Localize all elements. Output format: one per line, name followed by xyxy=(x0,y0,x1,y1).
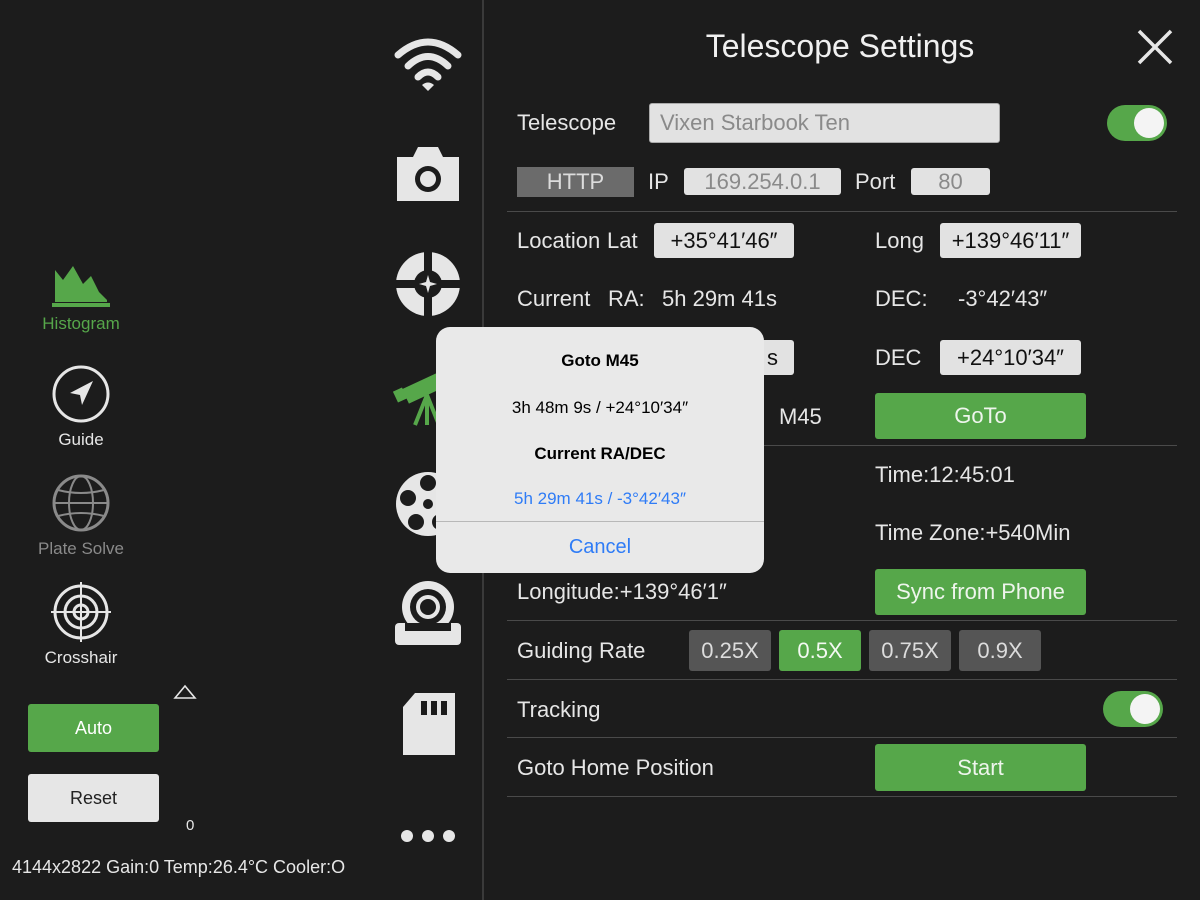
guiding-rate-label: Guiding Rate xyxy=(517,638,646,663)
globe-icon xyxy=(52,474,110,532)
time-text: Time:12:45:01 xyxy=(875,462,1015,487)
guide-tool[interactable]: Guide xyxy=(21,364,141,450)
wifi-icon[interactable] xyxy=(392,28,464,100)
divider xyxy=(507,796,1177,797)
ip-label: IP xyxy=(648,169,669,194)
crosshair-icon xyxy=(51,582,111,642)
target-name: M45 xyxy=(779,404,822,429)
page-title: Telescope Settings xyxy=(705,28,975,64)
lat-label: Lat xyxy=(607,228,638,253)
alert-title: Goto M45 xyxy=(561,351,639,370)
target-dec-input[interactable]: +24°10′34″ xyxy=(940,340,1081,375)
current-dec-label: DEC: xyxy=(875,286,928,311)
telescope-connect-toggle[interactable] xyxy=(1107,105,1167,141)
goto-alert-dialog: Goto M45 3h 48m 9s / +24°10′34″ Current … xyxy=(436,327,764,573)
goto-home-label: Goto Home Position xyxy=(517,755,714,780)
close-icon[interactable] xyxy=(1134,26,1176,68)
guide-label: Guide xyxy=(58,430,104,449)
port-input[interactable]: 80 xyxy=(911,168,990,195)
guiding-rate-025x[interactable]: 0.25X xyxy=(689,630,771,671)
telescope-label: Telescope xyxy=(517,110,617,135)
guide-icon xyxy=(52,365,110,423)
divider xyxy=(507,620,1177,621)
location-label: Location xyxy=(517,228,601,253)
histogram-tool[interactable]: Histogram xyxy=(21,262,141,334)
current-ra-value: 5h 29m 41s xyxy=(662,286,777,311)
long-label: Long xyxy=(875,228,924,253)
alert-current-coords: 5h 29m 41s / -3°42′43″ xyxy=(514,489,686,508)
plate-solve-label: Plate Solve xyxy=(38,539,124,558)
focuser-icon[interactable] xyxy=(392,578,464,650)
reset-button[interactable]: Reset xyxy=(28,774,159,822)
crosshair-tool[interactable]: Crosshair xyxy=(21,582,141,668)
target-dec-label: DEC xyxy=(875,345,922,370)
divider xyxy=(507,737,1177,738)
start-home-button[interactable]: Start xyxy=(875,744,1086,791)
histogram-icon xyxy=(52,266,110,307)
histogram-label: Histogram xyxy=(42,314,120,333)
goto-button[interactable]: GoTo xyxy=(875,393,1086,439)
guiding-rate-09x[interactable]: 0.9X xyxy=(959,630,1041,671)
protocol-button[interactable]: HTTP xyxy=(517,167,634,197)
divider xyxy=(507,211,1177,212)
sync-from-phone-button[interactable]: Sync from Phone xyxy=(875,569,1086,615)
current-dec-value: -3°42′43″ xyxy=(958,286,1048,311)
longitude-input[interactable]: +139°46′11″ xyxy=(940,223,1081,258)
alert-target-coords: 3h 48m 9s / +24°10′34″ xyxy=(511,398,689,417)
triangle-up-icon[interactable] xyxy=(173,683,197,701)
tracking-label: Tracking xyxy=(517,697,601,722)
guiding-rate-05x[interactable]: 0.5X xyxy=(779,630,861,671)
ip-input[interactable]: 169.254.0.1 xyxy=(684,168,841,195)
plate-solve-tool[interactable]: Plate Solve xyxy=(21,473,141,559)
tracking-toggle[interactable] xyxy=(1103,691,1163,727)
camera-icon[interactable] xyxy=(392,138,464,210)
guiding-rate-075x[interactable]: 0.75X xyxy=(869,630,951,671)
histogram-min-value: 0 xyxy=(186,817,195,834)
latitude-input[interactable]: +35°41′46″ xyxy=(654,223,794,258)
alert-current-title: Current RA/DEC xyxy=(534,444,666,463)
sd-card-icon[interactable] xyxy=(392,688,464,760)
telescope-select[interactable]: Vixen Starbook Ten xyxy=(649,103,1000,143)
auto-button[interactable]: Auto xyxy=(28,704,159,752)
current-label: Current xyxy=(517,286,591,311)
crosshair-label: Crosshair xyxy=(44,648,118,667)
divider xyxy=(507,679,1177,680)
longitude-text: Longitude:+139°46′1″ xyxy=(517,579,727,604)
current-ra-label: RA: xyxy=(608,286,645,311)
camera-status-bar: 4144x2822 Gain:0 Temp:26.4°C Cooler:O xyxy=(12,857,346,877)
more-icon[interactable] xyxy=(392,800,464,872)
timezone-text: Time Zone:+540Min xyxy=(875,520,1071,545)
crosshair-target-icon[interactable] xyxy=(392,248,464,320)
port-label: Port xyxy=(855,169,896,194)
alert-cancel-button[interactable]: Cancel xyxy=(436,522,764,573)
